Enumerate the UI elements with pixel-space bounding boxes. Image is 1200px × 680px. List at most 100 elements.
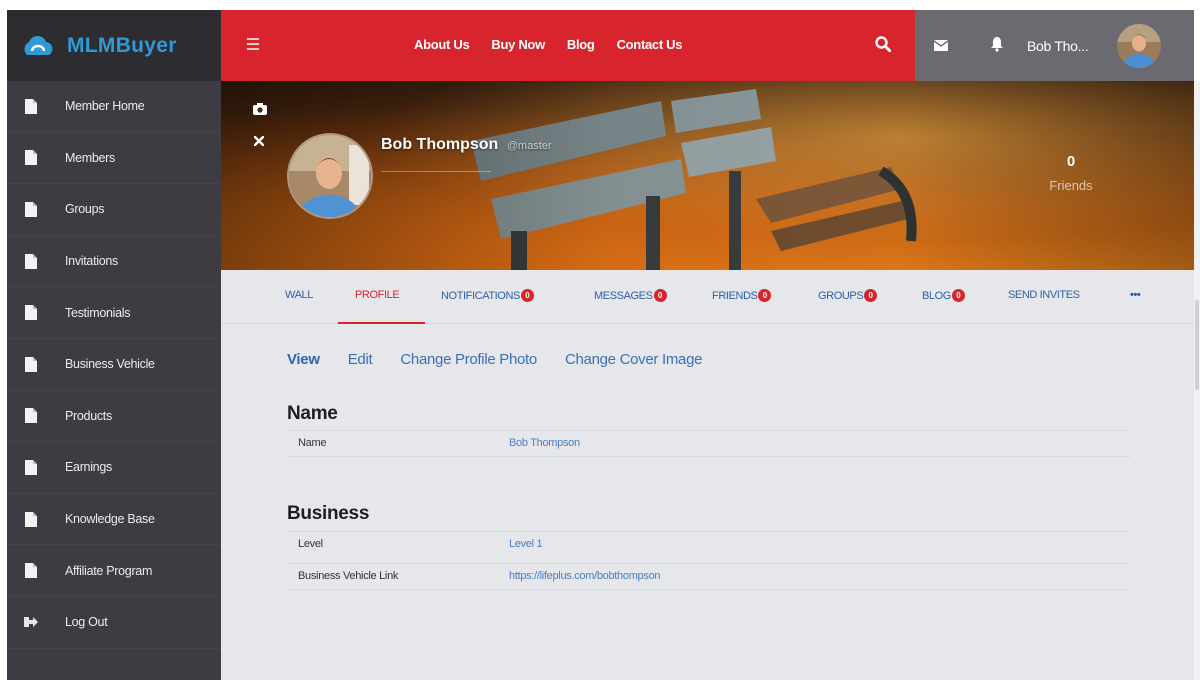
blog-count-badge: 0 — [951, 289, 965, 302]
mail-icon[interactable] — [934, 40, 948, 51]
subnav-change-profile-photo[interactable]: Change Profile Photo — [400, 351, 537, 368]
profile-full-name: Bob Thompson — [381, 136, 499, 153]
subnav-view[interactable]: View — [287, 351, 320, 368]
sidebar-item-knowledge-base[interactable]: Knowledge Base — [7, 494, 221, 546]
scrollbar-thumb[interactable] — [1195, 300, 1199, 390]
profile-avatar[interactable] — [287, 133, 373, 219]
tab-friends[interactable]: FRIENDS 0 — [712, 289, 772, 302]
sidebar-item-label: Affiliate Program — [65, 563, 153, 578]
field-value[interactable]: Bob Thompson — [509, 437, 580, 449]
sidebar-item-testimonials[interactable]: Testimonials — [7, 287, 221, 339]
cover-image: Bob Thompson @master 0 Friends — [221, 81, 1194, 270]
tab-messages[interactable]: MESSAGES 0 — [594, 289, 667, 302]
tab-blog[interactable]: BLOG 0 — [922, 289, 965, 302]
sidebar-item-label: Business Vehicle — [65, 357, 155, 372]
document-icon — [23, 407, 39, 425]
logout-icon — [23, 613, 39, 631]
document-icon — [23, 510, 39, 528]
logo-cloud-icon — [24, 35, 53, 55]
top-nav-links: About Us Buy Now Blog Contact Us — [414, 37, 704, 52]
user-toolbar: Bob Tho... — [915, 10, 1194, 81]
sidebar-item-label: Log Out — [65, 615, 108, 630]
friends-count[interactable]: 0 — [1051, 153, 1091, 170]
document-icon — [23, 304, 39, 322]
brand-logo[interactable]: MLMBuyer — [7, 10, 221, 81]
tab-label: BLOG — [922, 289, 951, 302]
bell-icon[interactable] — [991, 37, 1003, 52]
subnav-edit[interactable]: Edit — [348, 351, 373, 368]
sidebar-item-label: Earnings — [65, 460, 112, 475]
top-navbar: About Us Buy Now Blog Contact Us — [221, 10, 915, 81]
nav-link-blog[interactable]: Blog — [567, 37, 595, 52]
field-label: Name — [298, 437, 327, 449]
groups-count-badge: 0 — [864, 289, 878, 302]
business-vehicle-link[interactable]: https://lifeplus.com/bobthompson — [509, 570, 661, 582]
camera-icon[interactable] — [253, 103, 267, 115]
profile-handle: @master — [506, 140, 552, 152]
tab-send-invites[interactable]: SEND INVITES — [1008, 289, 1080, 301]
name-divider — [381, 171, 491, 172]
field-row-business-vehicle-link: Business Vehicle Link https://lifeplus.c… — [287, 563, 1131, 589]
sidebar-item-label: Products — [65, 408, 112, 423]
field-label: Level — [298, 538, 323, 550]
field-label: Business Vehicle Link — [298, 570, 399, 582]
nav-link-about-us[interactable]: About Us — [414, 37, 470, 52]
sidebar-item-products[interactable]: Products — [7, 391, 221, 443]
profile-tabs: WALL PROFILE NOTIFICATIONS 0 MESSAGES 0 FR… — [221, 270, 1194, 324]
brand-name: MLMBuyer — [67, 33, 177, 57]
sidebar-item-label: Groups — [65, 202, 105, 217]
sidebar-item-business-vehicle[interactable]: Business Vehicle — [7, 339, 221, 391]
nav-link-buy-now[interactable]: Buy Now — [491, 37, 545, 52]
field-row-name: Name Bob Thompson — [287, 430, 1131, 456]
tab-label: WALL — [285, 289, 313, 301]
document-icon — [23, 97, 39, 115]
sidebar-item-label: Invitations — [65, 254, 118, 269]
sidebar-item-members[interactable]: Members — [7, 133, 221, 185]
nav-link-contact-us[interactable]: Contact Us — [617, 37, 683, 52]
sidebar-item-groups[interactable]: Groups — [7, 184, 221, 236]
sidebar-item-label: Members — [65, 150, 115, 165]
more-tabs-button[interactable]: ••• — [1130, 289, 1141, 301]
document-icon — [23, 458, 39, 476]
section-title-business: Business — [287, 503, 370, 524]
friends-label[interactable]: Friends — [1031, 178, 1111, 193]
menu-toggle-icon[interactable] — [247, 38, 259, 50]
user-name[interactable]: Bob Tho... — [1027, 38, 1089, 54]
sidebar-item-earnings[interactable]: Earnings — [7, 442, 221, 494]
profile-name: Bob Thompson @master — [381, 136, 552, 154]
profile-subnav: View Edit Change Profile Photo Change Co… — [287, 351, 730, 368]
search-icon[interactable] — [875, 36, 891, 52]
sidebar-item-member-home[interactable]: Member Home — [7, 81, 221, 133]
sidebar-item-label: Knowledge Base — [65, 512, 155, 527]
tab-label: PROFILE — [355, 289, 400, 301]
document-icon — [23, 149, 39, 167]
subnav-change-cover-image[interactable]: Change Cover Image — [565, 351, 702, 368]
sidebar-nav: Member Home Members Groups Invitations T… — [7, 81, 221, 649]
tab-label: GROUPS — [818, 289, 864, 302]
field-value[interactable]: Level 1 — [509, 538, 543, 550]
user-avatar[interactable] — [1117, 24, 1161, 68]
friends-count-badge: 0 — [758, 289, 772, 302]
field-row-level: Level Level 1 — [287, 531, 1131, 557]
sidebar-item-invitations[interactable]: Invitations — [7, 236, 221, 288]
profile-content: WALL PROFILE NOTIFICATIONS 0 MESSAGES 0 FR… — [221, 270, 1194, 680]
tab-groups[interactable]: GROUPS 0 — [818, 289, 878, 302]
notifications-count-badge: 0 — [520, 289, 534, 302]
tab-notifications[interactable]: NOTIFICATIONS 0 — [441, 289, 534, 302]
tab-label: MESSAGES — [594, 289, 653, 302]
sidebar: MLMBuyer Member Home Members Groups Invi… — [7, 10, 221, 680]
sidebar-item-log-out[interactable]: Log Out — [7, 597, 221, 649]
tab-label: FRIENDS — [712, 289, 758, 302]
more-icon: ••• — [1130, 289, 1141, 301]
messages-count-badge: 0 — [653, 289, 667, 302]
sidebar-item-label: Testimonials — [65, 305, 131, 320]
active-tab-indicator — [338, 322, 425, 324]
document-icon — [23, 252, 39, 270]
tab-wall[interactable]: WALL — [285, 289, 313, 301]
tab-profile[interactable]: PROFILE — [355, 289, 400, 301]
sidebar-item-affiliate-program[interactable]: Affiliate Program — [7, 545, 221, 597]
section-title-name: Name — [287, 403, 338, 424]
document-icon — [23, 355, 39, 373]
sidebar-item-label: Member Home — [65, 99, 145, 114]
close-icon[interactable] — [254, 136, 264, 146]
